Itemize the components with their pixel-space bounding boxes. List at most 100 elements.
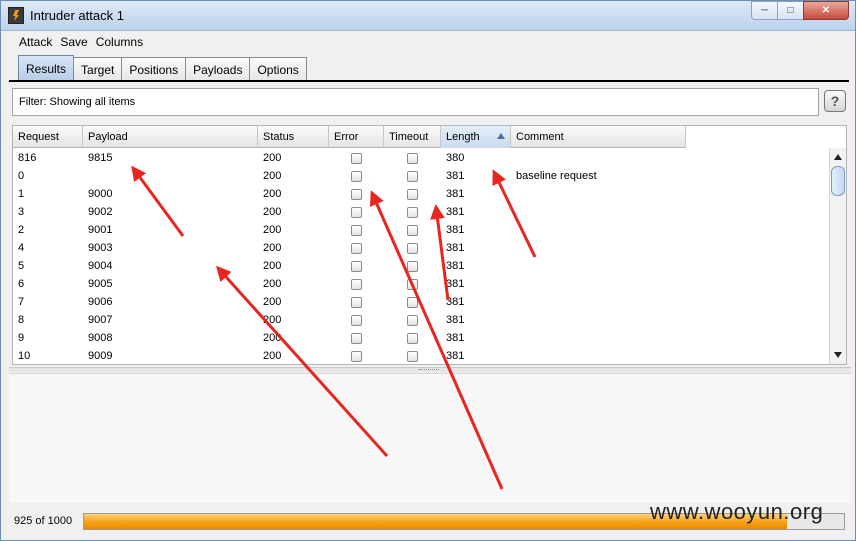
table-row[interactable]: 816 9815 200 380 (13, 149, 831, 167)
table-row[interactable]: 9 9008 200 381 (13, 329, 831, 347)
timeout-checkbox[interactable] (407, 278, 418, 290)
error-checkbox[interactable] (351, 242, 362, 254)
table-row[interactable]: 2 9001 200 381 (13, 221, 831, 239)
cell-status: 200 (263, 170, 282, 182)
timeout-checkbox[interactable] (407, 206, 418, 218)
scroll-up-icon[interactable] (834, 154, 842, 160)
column-header-length[interactable]: Length (441, 126, 511, 148)
cell-request: 1 (18, 188, 25, 200)
close-button[interactable]: ✕ (803, 1, 849, 20)
cell-length: 381 (446, 278, 465, 290)
help-button[interactable]: ? (824, 90, 846, 112)
cell-request: 0 (18, 170, 25, 182)
tab-options[interactable]: Options (249, 57, 307, 81)
minimize-icon: ─ (760, 5, 769, 16)
column-header-comment[interactable]: Comment (511, 126, 686, 148)
menu-attack[interactable]: Attack (19, 35, 52, 49)
error-checkbox[interactable] (351, 152, 362, 164)
table-row[interactable]: 5 9004 200 381 (13, 257, 831, 275)
menu-columns[interactable]: Columns (96, 35, 143, 49)
tab-target[interactable]: Target (73, 57, 123, 81)
timeout-checkbox[interactable] (407, 170, 418, 182)
cell-comment (511, 293, 686, 311)
cell-comment (511, 311, 686, 329)
timeout-checkbox[interactable] (407, 314, 418, 326)
timeout-checkbox[interactable] (407, 260, 418, 272)
cell-timeout (384, 257, 441, 275)
timeout-checkbox[interactable] (407, 224, 418, 236)
cell-status: 200 (263, 260, 282, 272)
cell-request: 8 (18, 314, 25, 326)
error-checkbox[interactable] (351, 188, 362, 200)
column-header-status[interactable]: Status (258, 126, 329, 148)
tab-results[interactable]: Results (18, 55, 75, 81)
timeout-checkbox[interactable] (407, 188, 418, 200)
tab-payloads[interactable]: Payloads (185, 57, 251, 81)
error-checkbox[interactable] (351, 224, 362, 236)
timeout-checkbox[interactable] (407, 242, 418, 254)
table-row[interactable]: 1 9000 200 381 (13, 185, 831, 203)
cell-payload: 9001 (88, 224, 113, 236)
timeout-checkbox[interactable] (407, 350, 418, 362)
close-icon: ✕ (821, 5, 831, 16)
column-header-error[interactable]: Error (329, 126, 384, 148)
cell-status: 200 (263, 224, 282, 236)
scroll-thumb[interactable] (831, 166, 845, 196)
window-title: Intruder attack 1 (30, 8, 124, 23)
table-row[interactable]: 4 9003 200 381 (13, 239, 831, 257)
error-checkbox[interactable] (351, 332, 362, 344)
results-table: Request Payload Status Error Timeout Len… (12, 125, 847, 365)
cell-timeout (384, 275, 441, 293)
error-checkbox[interactable] (351, 206, 362, 218)
splitter-grip[interactable] (419, 369, 439, 371)
cell-payload: 9009 (88, 350, 113, 362)
cell-length: 381 (446, 188, 465, 200)
column-header-request[interactable]: Request (13, 126, 83, 148)
error-checkbox[interactable] (351, 314, 362, 326)
cell-length: 381 (446, 314, 465, 326)
table-row[interactable]: 10 9009 200 381 (13, 347, 831, 364)
menu-save[interactable]: Save (60, 35, 87, 49)
column-header-length-label: Length (446, 131, 480, 143)
tab-positions[interactable]: Positions (121, 57, 187, 81)
error-checkbox[interactable] (351, 170, 362, 182)
cell-timeout (384, 329, 441, 347)
column-header-timeout[interactable]: Timeout (384, 126, 441, 148)
table-row[interactable]: 8 9007 200 381 (13, 311, 831, 329)
cell-timeout (384, 203, 441, 221)
column-header-payload[interactable]: Payload (83, 126, 258, 148)
cell-length: 381 (446, 260, 465, 272)
table-scrollbar[interactable] (829, 148, 846, 364)
table-row[interactable]: 6 9005 200 381 (13, 275, 831, 293)
title-bar[interactable]: Intruder attack 1 ─ □ ✕ (1, 1, 855, 31)
table-row[interactable]: 7 9006 200 381 (13, 293, 831, 311)
pane-splitter[interactable] (9, 367, 851, 372)
error-checkbox[interactable] (351, 296, 362, 308)
watermark-text: www.wooyun.org (650, 499, 824, 524)
table-row[interactable]: 3 9002 200 381 (13, 203, 831, 221)
cell-comment (511, 347, 686, 364)
cell-payload: 9002 (88, 206, 113, 218)
filter-bar[interactable]: Filter: Showing all items (12, 88, 819, 116)
scroll-down-icon[interactable] (834, 352, 842, 358)
minimize-button[interactable]: ─ (751, 1, 778, 20)
error-checkbox[interactable] (351, 350, 362, 362)
cell-length: 381 (446, 332, 465, 344)
progress-count: 925 of 1000 (14, 515, 73, 527)
timeout-checkbox[interactable] (407, 332, 418, 344)
error-checkbox[interactable] (351, 278, 362, 290)
cell-request: 3 (18, 206, 25, 218)
cell-length: 381 (446, 206, 465, 218)
maximize-button[interactable]: □ (777, 1, 804, 20)
cell-comment: baseline request (516, 170, 597, 182)
cell-comment (511, 275, 686, 293)
timeout-checkbox[interactable] (407, 296, 418, 308)
cell-request: 6 (18, 278, 25, 290)
timeout-checkbox[interactable] (407, 152, 418, 164)
table-header: Request Payload Status Error Timeout Len… (13, 126, 686, 148)
cell-error (329, 329, 384, 347)
error-checkbox[interactable] (351, 260, 362, 272)
table-row[interactable]: 0 200 381 baseline request (13, 167, 831, 185)
cell-length: 381 (446, 350, 465, 362)
cell-length: 380 (446, 152, 465, 164)
